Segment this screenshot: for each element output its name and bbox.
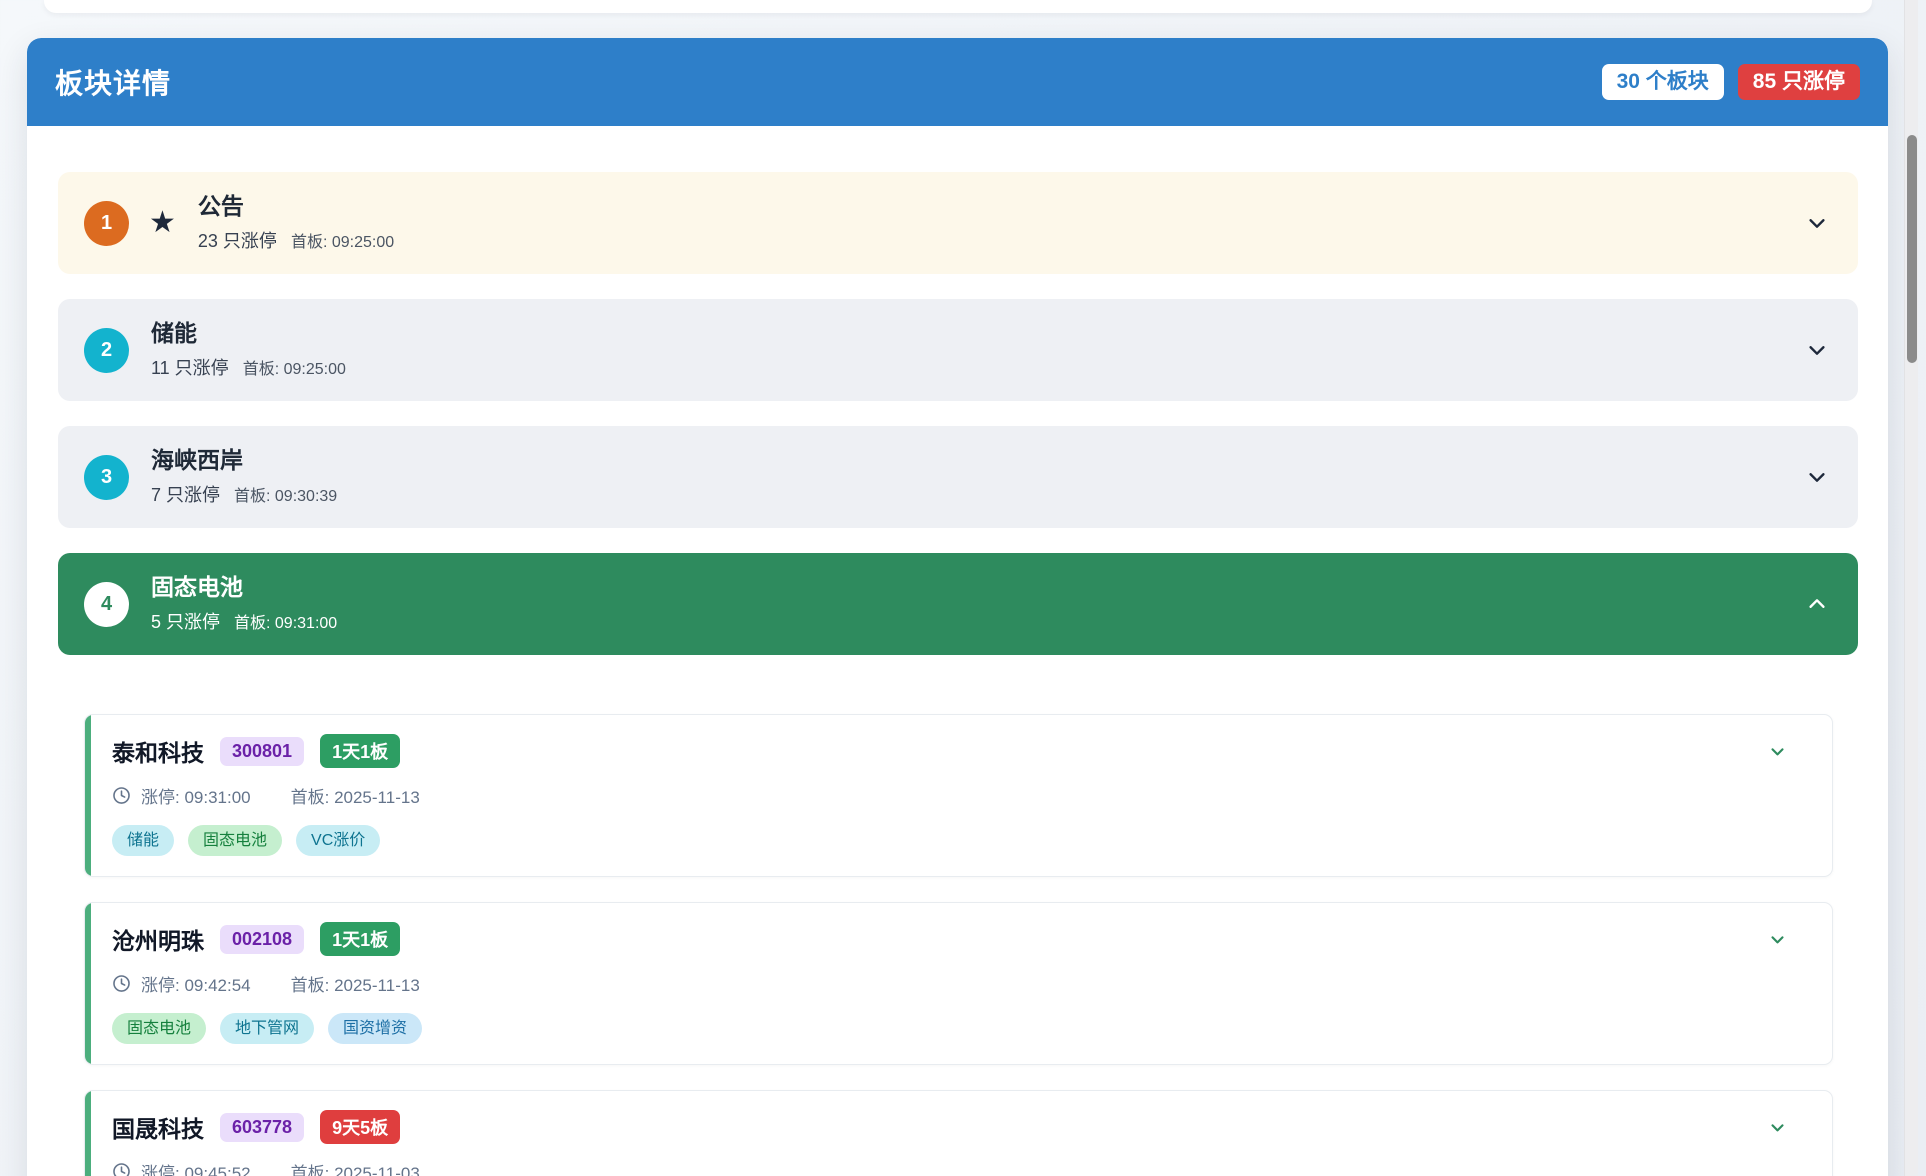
stock-code-badge: 300801	[220, 737, 304, 766]
tag: 国资增资	[328, 1013, 422, 1044]
scrollbar-track[interactable]	[1904, 0, 1918, 1176]
stock-tags: 固态电池 地下管网 国资增资	[112, 1013, 1808, 1044]
limitup-count: 11 只涨停	[151, 354, 229, 380]
stock-code-badge: 603778	[220, 1113, 304, 1142]
chevron-down-icon[interactable]	[1806, 466, 1828, 488]
limitup-time: 涨停: 09:31:00	[141, 783, 251, 808]
tag: 固态电池	[112, 1013, 206, 1044]
sector-name: 储能	[151, 320, 346, 348]
limitup-count: 23 只涨停	[198, 227, 277, 253]
clock-icon	[112, 1162, 131, 1176]
first-board-time: 首板: 09:31:00	[234, 609, 337, 633]
first-board-time: 首板: 09:25:00	[291, 228, 394, 252]
tag: 储能	[112, 825, 174, 856]
limitup-time: 涨停: 09:45:52	[141, 1159, 251, 1176]
sector-name: 公告	[198, 193, 394, 221]
stock-name: 泰和科技	[112, 734, 204, 768]
first-board-date: 首板: 2025-11-13	[291, 971, 420, 996]
limitup-count: 7 只涨停	[151, 481, 220, 507]
sector-meta: 23 只涨停 首板: 09:25:00	[198, 227, 394, 253]
first-board-date: 首板: 2025-11-03	[291, 1159, 420, 1176]
stock-meta: 涨停: 09:45:52 首板: 2025-11-03	[112, 1159, 1808, 1176]
sector-count-badge: 30 个板块	[1602, 64, 1724, 100]
stock-title-row: 国晟科技 603778 9天5板	[112, 1110, 1808, 1144]
sector-info: 海峡西岸 7 只涨停 首板: 09:30:39	[151, 447, 337, 508]
previous-card-edge	[44, 0, 1872, 13]
stock-name: 国晟科技	[112, 1110, 204, 1144]
sector-row-haixiaxian[interactable]: 3 海峡西岸 7 只涨停 首板: 09:30:39	[58, 426, 1858, 528]
streak-badge: 9天5板	[320, 1110, 400, 1144]
sector-name: 固态电池	[151, 574, 337, 602]
first-board-time: 首板: 09:25:00	[243, 355, 346, 379]
star-icon: ★	[149, 208, 176, 238]
chevron-down-icon[interactable]	[1769, 931, 1786, 948]
first-board-date: 首板: 2025-11-13	[291, 783, 420, 808]
clock-icon	[112, 974, 131, 993]
chevron-down-icon[interactable]	[1769, 1119, 1786, 1136]
stock-title-row: 泰和科技 300801 1天1板	[112, 734, 1808, 768]
chevron-down-icon[interactable]	[1806, 212, 1828, 234]
chevron-down-icon[interactable]	[1769, 743, 1786, 760]
tag: 地下管网	[220, 1013, 314, 1044]
rank-badge: 2	[84, 328, 129, 373]
rank-badge: 4	[84, 582, 129, 627]
page-title: 板块详情	[55, 62, 171, 102]
sector-info: 储能 11 只涨停 首板: 09:25:00	[151, 320, 346, 381]
limitup-count: 5 只涨停	[151, 608, 220, 634]
panel-header: 板块详情 30 个板块 85 只涨停	[27, 38, 1888, 126]
stock-tags: 储能 固态电池 VC涨价	[112, 825, 1808, 856]
scrollbar-thumb[interactable]	[1907, 135, 1917, 363]
stock-name: 沧州明珠	[112, 922, 204, 956]
clock-icon	[112, 786, 131, 805]
streak-badge: 1天1板	[320, 922, 400, 956]
first-board-time: 首板: 09:30:39	[234, 482, 337, 506]
rank-badge: 3	[84, 455, 129, 500]
tag: 固态电池	[188, 825, 282, 856]
streak-badge: 1天1板	[320, 734, 400, 768]
sector-detail-panel: 板块详情 30 个板块 85 只涨停 1 ★ 公告 23 只涨停 首板: 09:…	[27, 38, 1888, 1176]
sector-name: 海峡西岸	[151, 447, 337, 475]
sector-list: 1 ★ 公告 23 只涨停 首板: 09:25:00 2 储能 11 只涨停 首…	[27, 126, 1888, 1176]
stock-card-guoshengkeji[interactable]: 国晟科技 603778 9天5板 涨停: 09:45:52 首板: 2025-1…	[84, 1090, 1833, 1176]
stock-card-cangzhoumingzhu[interactable]: 沧州明珠 002108 1天1板 涨停: 09:42:54 首板: 2025-1…	[84, 902, 1833, 1065]
sector-meta: 5 只涨停 首板: 09:31:00	[151, 608, 337, 634]
sector-info: 公告 23 只涨停 首板: 09:25:00	[198, 193, 394, 254]
header-badges: 30 个板块 85 只涨停	[1602, 64, 1860, 100]
sector-row-chuneng[interactable]: 2 储能 11 只涨停 首板: 09:25:00	[58, 299, 1858, 401]
rank-badge: 1	[84, 201, 129, 246]
sector-row-gutaidianchi[interactable]: 4 固态电池 5 只涨停 首板: 09:31:00	[58, 553, 1858, 655]
stock-card-taihekeji[interactable]: 泰和科技 300801 1天1板 涨停: 09:31:00 首板: 2025-1…	[84, 714, 1833, 877]
sector-info: 固态电池 5 只涨停 首板: 09:31:00	[151, 574, 337, 635]
sector-meta: 7 只涨停 首板: 09:30:39	[151, 481, 337, 507]
tag: VC涨价	[296, 825, 380, 856]
chevron-up-icon[interactable]	[1806, 593, 1828, 615]
chevron-down-icon[interactable]	[1806, 339, 1828, 361]
stock-code-badge: 002108	[220, 925, 304, 954]
stock-meta: 涨停: 09:31:00 首板: 2025-11-13	[112, 783, 1808, 808]
stock-title-row: 沧州明珠 002108 1天1板	[112, 922, 1808, 956]
sector-meta: 11 只涨停 首板: 09:25:00	[151, 354, 346, 380]
stock-meta: 涨停: 09:42:54 首板: 2025-11-13	[112, 971, 1808, 996]
sector-row-gonggao[interactable]: 1 ★ 公告 23 只涨停 首板: 09:25:00	[58, 172, 1858, 274]
expanded-stock-list: 泰和科技 300801 1天1板 涨停: 09:31:00 首板: 2025-1…	[58, 680, 1858, 1176]
limitup-time: 涨停: 09:42:54	[141, 971, 251, 996]
limitup-count-badge: 85 只涨停	[1738, 64, 1860, 100]
